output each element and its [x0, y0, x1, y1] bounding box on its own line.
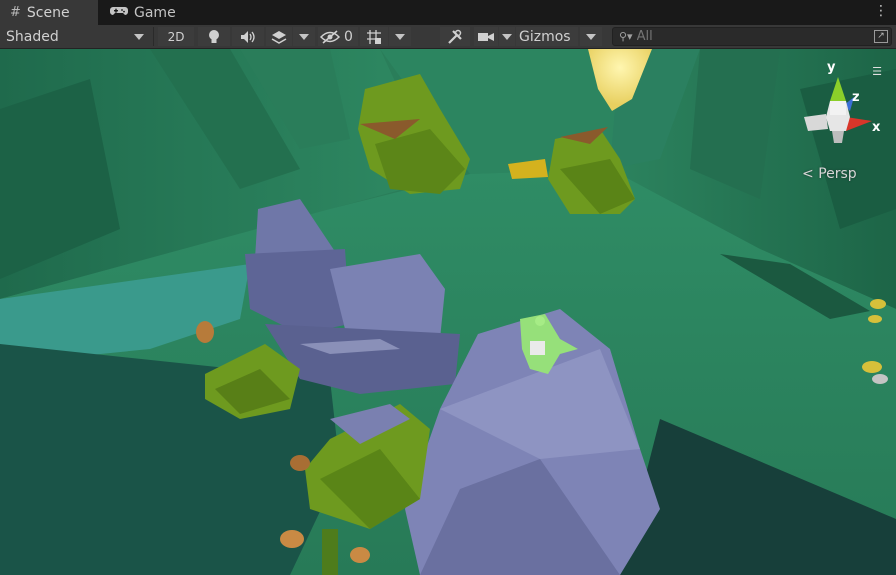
y-axis-cone[interactable] — [830, 77, 846, 101]
chevron-down-icon — [502, 34, 512, 40]
chevron-left-icon: < — [802, 166, 814, 182]
camera-button[interactable] — [474, 27, 498, 46]
projection-toggle[interactable]: < Persp — [802, 166, 857, 182]
gizmos-dropdown[interactable] — [580, 27, 602, 46]
grid-snap-icon — [367, 29, 381, 44]
lightbulb-icon — [209, 29, 219, 43]
speaker-icon — [241, 30, 255, 43]
gizmos-button[interactable]: Gizmos — [516, 27, 578, 46]
chevron-down-icon — [134, 34, 144, 40]
chevron-down-icon — [586, 34, 596, 40]
tools-icon — [448, 29, 462, 44]
eye-slash-icon — [320, 29, 340, 44]
tools-button[interactable] — [440, 27, 470, 46]
gizmo-cube-face — [830, 101, 846, 115]
search-input[interactable] — [636, 29, 857, 44]
scene-render — [0, 49, 896, 575]
lighting-toggle-button[interactable] — [198, 27, 230, 46]
draw-mode-label: Shaded — [6, 28, 59, 45]
x-axis-cone[interactable] — [846, 117, 872, 131]
y-axis-label: y — [827, 60, 836, 75]
camera-dropdown[interactable] — [499, 27, 515, 46]
toolbar-divider — [153, 27, 154, 46]
grid-dropdown[interactable] — [389, 27, 411, 46]
toggle-2d-label: 2D — [167, 29, 185, 44]
chevron-down-icon — [395, 34, 405, 40]
gamepad-icon — [110, 5, 128, 21]
toggle-2d-button[interactable]: 2D — [158, 27, 194, 46]
neg-x-axis-cone[interactable] — [804, 114, 828, 131]
hidden-objects-toggle[interactable]: 0 — [318, 27, 358, 46]
window-tab-bar: # Scene Game ⋮ — [0, 0, 896, 25]
projection-label: Persp — [818, 166, 857, 182]
z-axis-label: z — [852, 90, 860, 105]
draw-mode-dropdown[interactable]: Shaded — [0, 27, 150, 46]
tab-game[interactable]: Game — [100, 0, 190, 25]
tab-options-menu-icon[interactable]: ⋮ — [874, 3, 888, 19]
camera-icon — [478, 32, 494, 41]
scene-toolbar: Shaded 2D 0 Gizmos ⚲▾ ↗ — [0, 25, 896, 49]
effects-dropdown[interactable] — [293, 27, 315, 46]
search-icon: ⚲▾ — [619, 30, 633, 43]
scene-viewport[interactable]: y z x ☰ < Persp — [0, 49, 896, 575]
scene-search-box[interactable]: ⚲▾ ↗ — [612, 27, 892, 46]
grid-icon: # — [10, 5, 21, 20]
tab-scene[interactable]: # Scene — [0, 0, 98, 25]
audio-toggle-button[interactable] — [232, 27, 264, 46]
x-axis-label: x — [872, 120, 881, 135]
neg-y-axis-cone[interactable] — [832, 131, 844, 143]
chevron-down-icon — [299, 34, 309, 40]
tab-scene-label: Scene — [26, 4, 70, 21]
gizmos-label: Gizmos — [519, 28, 571, 45]
hidden-count: 0 — [344, 28, 353, 45]
layers-icon — [271, 30, 287, 44]
viewport-menu-icon[interactable]: ☰ — [872, 65, 882, 78]
effects-toggle-button[interactable] — [266, 27, 292, 46]
popout-icon[interactable]: ↗ — [874, 30, 888, 43]
tab-game-label: Game — [134, 4, 176, 21]
grid-snap-button[interactable] — [360, 27, 388, 46]
